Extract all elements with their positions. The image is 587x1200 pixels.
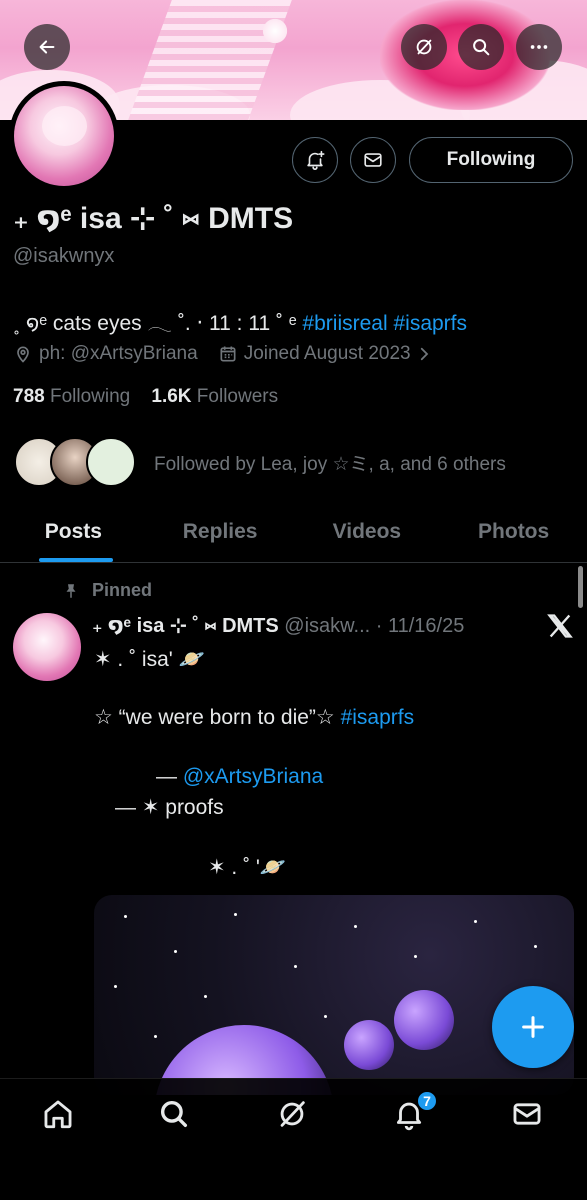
followers-link[interactable]: 1.6K Followers <box>151 386 278 407</box>
following-link[interactable]: 788 Following <box>13 386 130 407</box>
x-logo-icon <box>547 614 573 638</box>
post-line-1: ✶ . ˚ isa' 🪐 <box>94 648 205 671</box>
pin-icon <box>66 583 76 598</box>
followed-by[interactable]: Followed by Lea, joy ☆ミ, a, and 6 others <box>14 437 506 487</box>
follower-avatar <box>86 437 136 487</box>
nav-search[interactable] <box>157 1097 191 1131</box>
nav-grok[interactable] <box>275 1097 309 1131</box>
location-icon <box>17 346 29 363</box>
bottom-navigation <box>0 1078 587 1200</box>
home-icon <box>44 1100 72 1129</box>
follow-stats: 788 Following 1.6K Followers <box>13 386 278 408</box>
nav-messages[interactable] <box>510 1097 544 1131</box>
search-icon <box>473 39 490 56</box>
message-button[interactable] <box>350 137 396 183</box>
profile-avatar[interactable] <box>9 81 119 191</box>
post-avatar[interactable] <box>13 613 81 681</box>
post-line-4: — ✶ proofs <box>115 796 224 819</box>
notification-bell-plus-icon <box>307 150 325 170</box>
grok-icon <box>416 39 432 55</box>
post-line-2: ☆ “we were born to die”☆ #isaprfs <box>94 706 415 729</box>
nav-home[interactable] <box>41 1097 75 1131</box>
mail-icon <box>513 1103 541 1125</box>
tab-posts[interactable]: Posts <box>0 502 147 562</box>
back-button[interactable] <box>24 24 70 70</box>
bio-hashtag-isaprfs[interactable]: #isaprfs <box>393 312 467 335</box>
chevron-right-icon[interactable] <box>415 345 433 363</box>
post-author-name[interactable]: ₊ ໑ᵉ isa ⊹ ˚ ⑅ DMTS <box>92 615 279 637</box>
grok-button[interactable] <box>401 24 447 70</box>
profile-meta: ph: @xArtsyBriana Joined August 2023 <box>13 343 439 365</box>
plus-icon <box>522 1016 544 1038</box>
profile-tabs: Posts Replies Videos Photos <box>0 502 587 563</box>
display-name: ₊ ໑ᵉ isa ⊹ ˚ ⑅ DMTS <box>13 202 294 235</box>
calendar-icon <box>220 346 236 362</box>
scrollbar[interactable] <box>578 566 583 608</box>
more-icon <box>530 45 548 49</box>
search-icon <box>160 1100 188 1128</box>
bio-hashtag-briisreal[interactable]: #briisreal <box>302 312 387 335</box>
notification-badge: 7 <box>416 1090 438 1112</box>
post-line-5: ✶ . ˚ '🪐 <box>208 856 287 879</box>
compose-button[interactable] <box>492 986 574 1068</box>
mail-icon <box>364 153 382 167</box>
following-button[interactable]: Following <box>409 137 573 183</box>
notify-button[interactable] <box>292 137 338 183</box>
banner-heart <box>260 18 290 44</box>
joined-date[interactable]: Joined August 2023 <box>244 343 411 365</box>
post-media-image[interactable] <box>94 895 574 1095</box>
post-hashtag-isaprfs[interactable]: #isaprfs <box>341 706 415 729</box>
profile-bio: ˳ ໑ᵉ cats eyes 𓂃 ˚. ‧ 11 : 11 ˚ ᵉ #briis… <box>13 302 467 337</box>
post-line-3: — @xArtsyBriana <box>156 765 324 788</box>
location-text: ph: @xArtsyBriana <box>39 343 198 364</box>
tab-photos[interactable]: Photos <box>440 502 587 562</box>
post-header: ₊ ໑ᵉ isa ⊹ ˚ ⑅ DMTS @isakw... · 11/16/25 <box>92 613 464 638</box>
post-handle-date: @isakw... · 11/16/25 <box>284 615 465 637</box>
user-handle: @isakwnyx <box>13 245 115 267</box>
search-button[interactable] <box>458 24 504 70</box>
back-arrow-icon <box>39 40 55 54</box>
post-mention[interactable]: @xArtsyBriana <box>183 765 323 788</box>
grok-icon <box>280 1101 305 1127</box>
followed-by-text: Followed by Lea, joy ☆ミ, a, and 6 others <box>154 453 506 475</box>
tab-videos[interactable]: Videos <box>294 502 441 562</box>
bio-text: ˳ ໑ᵉ cats eyes 𓂃 ˚. ‧ 11 : 11 ˚ ᵉ <box>13 312 303 335</box>
pinned-label: Pinned <box>62 580 152 601</box>
tab-replies[interactable]: Replies <box>147 502 294 562</box>
more-button[interactable] <box>516 24 562 70</box>
